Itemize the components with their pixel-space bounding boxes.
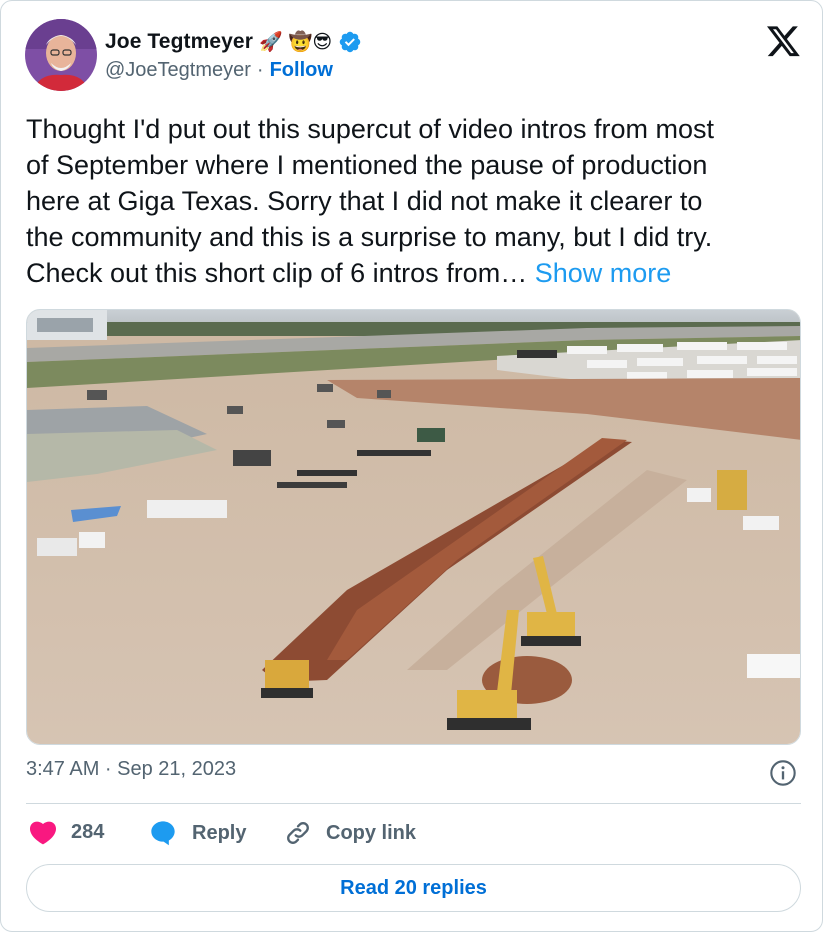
author-emoji: 🚀 🤠😎 [258, 30, 333, 53]
tweet-text: Thought I'd put out this supercut of vid… [26, 111, 801, 291]
reply-bubble-icon [151, 821, 175, 846]
construction-site-image [27, 310, 800, 744]
tweet-text-truncated: Check out this short clip of 6 intros fr… [26, 258, 535, 288]
tweet-text-line: of September where I mentioned the pause… [26, 150, 708, 180]
heart-icon [29, 821, 57, 845]
verified-badge-icon [339, 31, 361, 53]
tweet-text-line: Thought I'd put out this supercut of vid… [26, 114, 714, 144]
reply-button[interactable]: Reply [148, 819, 246, 847]
read-replies-button[interactable]: Read 20 replies [26, 864, 801, 912]
reply-label: Reply [192, 821, 247, 844]
tweet-text-line: the community and this is a surprise to … [26, 222, 713, 252]
author-handle-row: @JoeTegtmeyer · Follow [105, 59, 333, 82]
tweet-card: Joe Tegtmeyer 🚀 🤠😎 @JoeTegtmeyer · Follo… [0, 0, 823, 932]
avatar[interactable] [25, 19, 97, 91]
divider [26, 803, 801, 804]
author-handle[interactable]: @JoeTegtmeyer [105, 59, 251, 82]
copy-link-label: Copy link [326, 821, 417, 844]
tweet-media[interactable] [26, 309, 801, 745]
like-count: 284 [71, 820, 105, 843]
separator-dot: · [256, 59, 264, 81]
tweet-text-line: here at Giga Texas. Sorry that I did not… [26, 186, 703, 216]
info-icon[interactable] [769, 759, 797, 787]
tweet-text-line-last: Check out this short clip of 6 intros fr… [26, 255, 801, 291]
show-more-link[interactable]: Show more [535, 258, 672, 288]
tweet-timestamp[interactable]: 3:47 AM · Sep 21, 2023 [26, 758, 236, 781]
follow-button[interactable]: Follow [270, 59, 333, 82]
link-icon [287, 822, 309, 844]
copy-link-button[interactable]: Copy link [284, 819, 416, 847]
like-button[interactable]: 284 [29, 819, 104, 845]
author-display-name[interactable]: Joe Tegtmeyer [105, 30, 253, 54]
x-logo-icon[interactable] [767, 26, 801, 58]
author-name-row[interactable]: Joe Tegtmeyer 🚀 🤠😎 [105, 27, 362, 57]
